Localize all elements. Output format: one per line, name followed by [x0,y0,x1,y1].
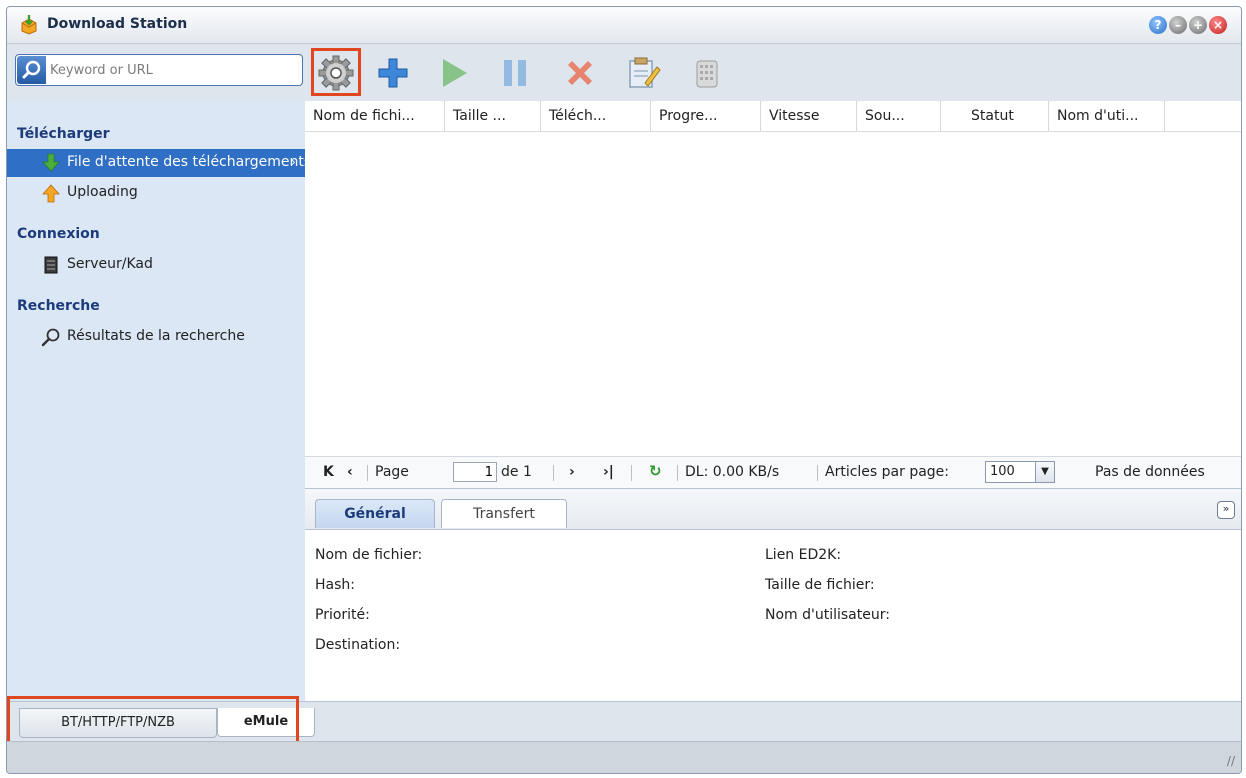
search-input[interactable] [50,59,290,81]
status-bar: // [7,741,1241,773]
section-telecharger: Télécharger [17,126,110,142]
separator [631,465,632,481]
field-file-size: Taille de fichier: [765,577,875,593]
bottom-tabs-highlight [7,696,299,744]
tab-transfert[interactable]: Transfert [441,499,567,528]
sidebar-item-label: Uploading [67,184,138,200]
field-priority: Priorité: [315,607,370,623]
help-icon[interactable]: ? [1149,16,1167,34]
minimize-icon[interactable]: – [1169,16,1187,34]
page-number-input[interactable] [453,462,497,482]
pagination-bar: K ‹ Page de 1 › ›| ↻ DL: 0.00 KB/s Artic… [305,456,1241,489]
first-page-icon[interactable]: K [323,464,334,480]
next-page-icon[interactable]: › [569,464,575,480]
sidebar-item-download-queue[interactable]: File d'attente des téléchargements › [7,149,311,177]
server-icon [44,256,58,274]
download-arrow-icon [42,153,60,172]
details-tab-bar: Général Transfert » [305,489,1241,530]
column-header-downloaded[interactable]: Téléch... [541,101,651,131]
dl-speed: DL: 0.00 KB/s [685,464,780,480]
collapse-icon[interactable]: » [1217,501,1235,519]
last-page-icon[interactable]: ›| [603,464,614,480]
separator [553,465,554,481]
main-panel: Nom de fichi... Taille ... Téléch... Pro… [305,101,1241,702]
delete-icon[interactable] [560,53,600,93]
column-header-speed[interactable]: Vitesse [761,101,857,131]
clear-icon[interactable] [687,53,727,93]
maximize-icon[interactable]: + [1189,16,1207,34]
edit-icon[interactable] [623,53,663,93]
toolbar [305,45,1241,101]
title-bar: Download Station ? – + × [7,7,1241,44]
close-icon[interactable]: × [1209,16,1227,34]
upload-arrow-icon [42,184,60,203]
pause-icon[interactable] [495,53,535,93]
sidebar-item-uploading[interactable]: Uploading [7,179,305,207]
tab-general[interactable]: Général [315,499,435,528]
search-icon[interactable] [17,56,46,84]
field-destination: Destination: [315,637,401,653]
window-title: Download Station [47,16,188,32]
search-results-icon [41,328,60,347]
column-header-username[interactable]: Nom d'uti... [1049,101,1165,131]
search-box [15,54,303,86]
download-station-icon [21,15,37,35]
separator [677,465,678,481]
chevron-down-icon: ▼ [1035,462,1054,482]
sidebar: Télécharger File d'attente des télécharg… [7,101,311,701]
column-header-sources[interactable]: Sou... [857,101,941,131]
per-page-value: 100 [990,464,1015,479]
separator [817,465,818,481]
grid-header: Nom de fichi... Taille ... Téléch... Pro… [305,101,1241,132]
details-panel: Général Transfert » Nom de fichier: Hash… [305,488,1241,702]
separator [367,465,368,481]
column-header-filename[interactable]: Nom de fichi... [305,101,445,131]
overflow-arrow-icon: › [291,155,296,169]
column-header-size[interactable]: Taille ... [445,101,541,131]
no-data-label: Pas de données [1095,464,1205,480]
sidebar-item-label: Résultats de la recherche [67,328,245,344]
section-connexion: Connexion [17,226,100,242]
sidebar-item-search-results[interactable]: Résultats de la recherche [7,323,305,351]
column-header-status[interactable]: Statut [941,101,1049,131]
page-of-label: de 1 [501,464,532,480]
page-label: Page [375,464,409,480]
sidebar-item-server-kad[interactable]: Serveur/Kad [7,251,305,279]
add-icon[interactable] [373,53,413,93]
prev-page-icon[interactable]: ‹ [347,464,353,480]
per-page-label: Articles par page: [825,464,950,480]
settings-gear-icon[interactable] [316,53,356,93]
field-username: Nom d'utilisateur: [765,607,890,623]
resume-icon[interactable] [433,53,473,93]
resize-grip-icon[interactable]: // [1227,754,1235,768]
field-filename: Nom de fichier: [315,547,423,563]
field-ed2k-link: Lien ED2K: [765,547,842,563]
per-page-select[interactable]: 100 ▼ [985,461,1055,483]
section-recherche: Recherche [17,298,100,314]
sidebar-item-label: File d'attente des téléchargements [67,154,312,170]
field-hash: Hash: [315,577,355,593]
download-station-window: Download Station ? – + × Keyword or URL … [6,6,1242,774]
column-header-progress[interactable]: Progre... [651,101,761,131]
refresh-icon[interactable]: ↻ [649,462,662,480]
sidebar-item-label: Serveur/Kad [67,256,153,272]
